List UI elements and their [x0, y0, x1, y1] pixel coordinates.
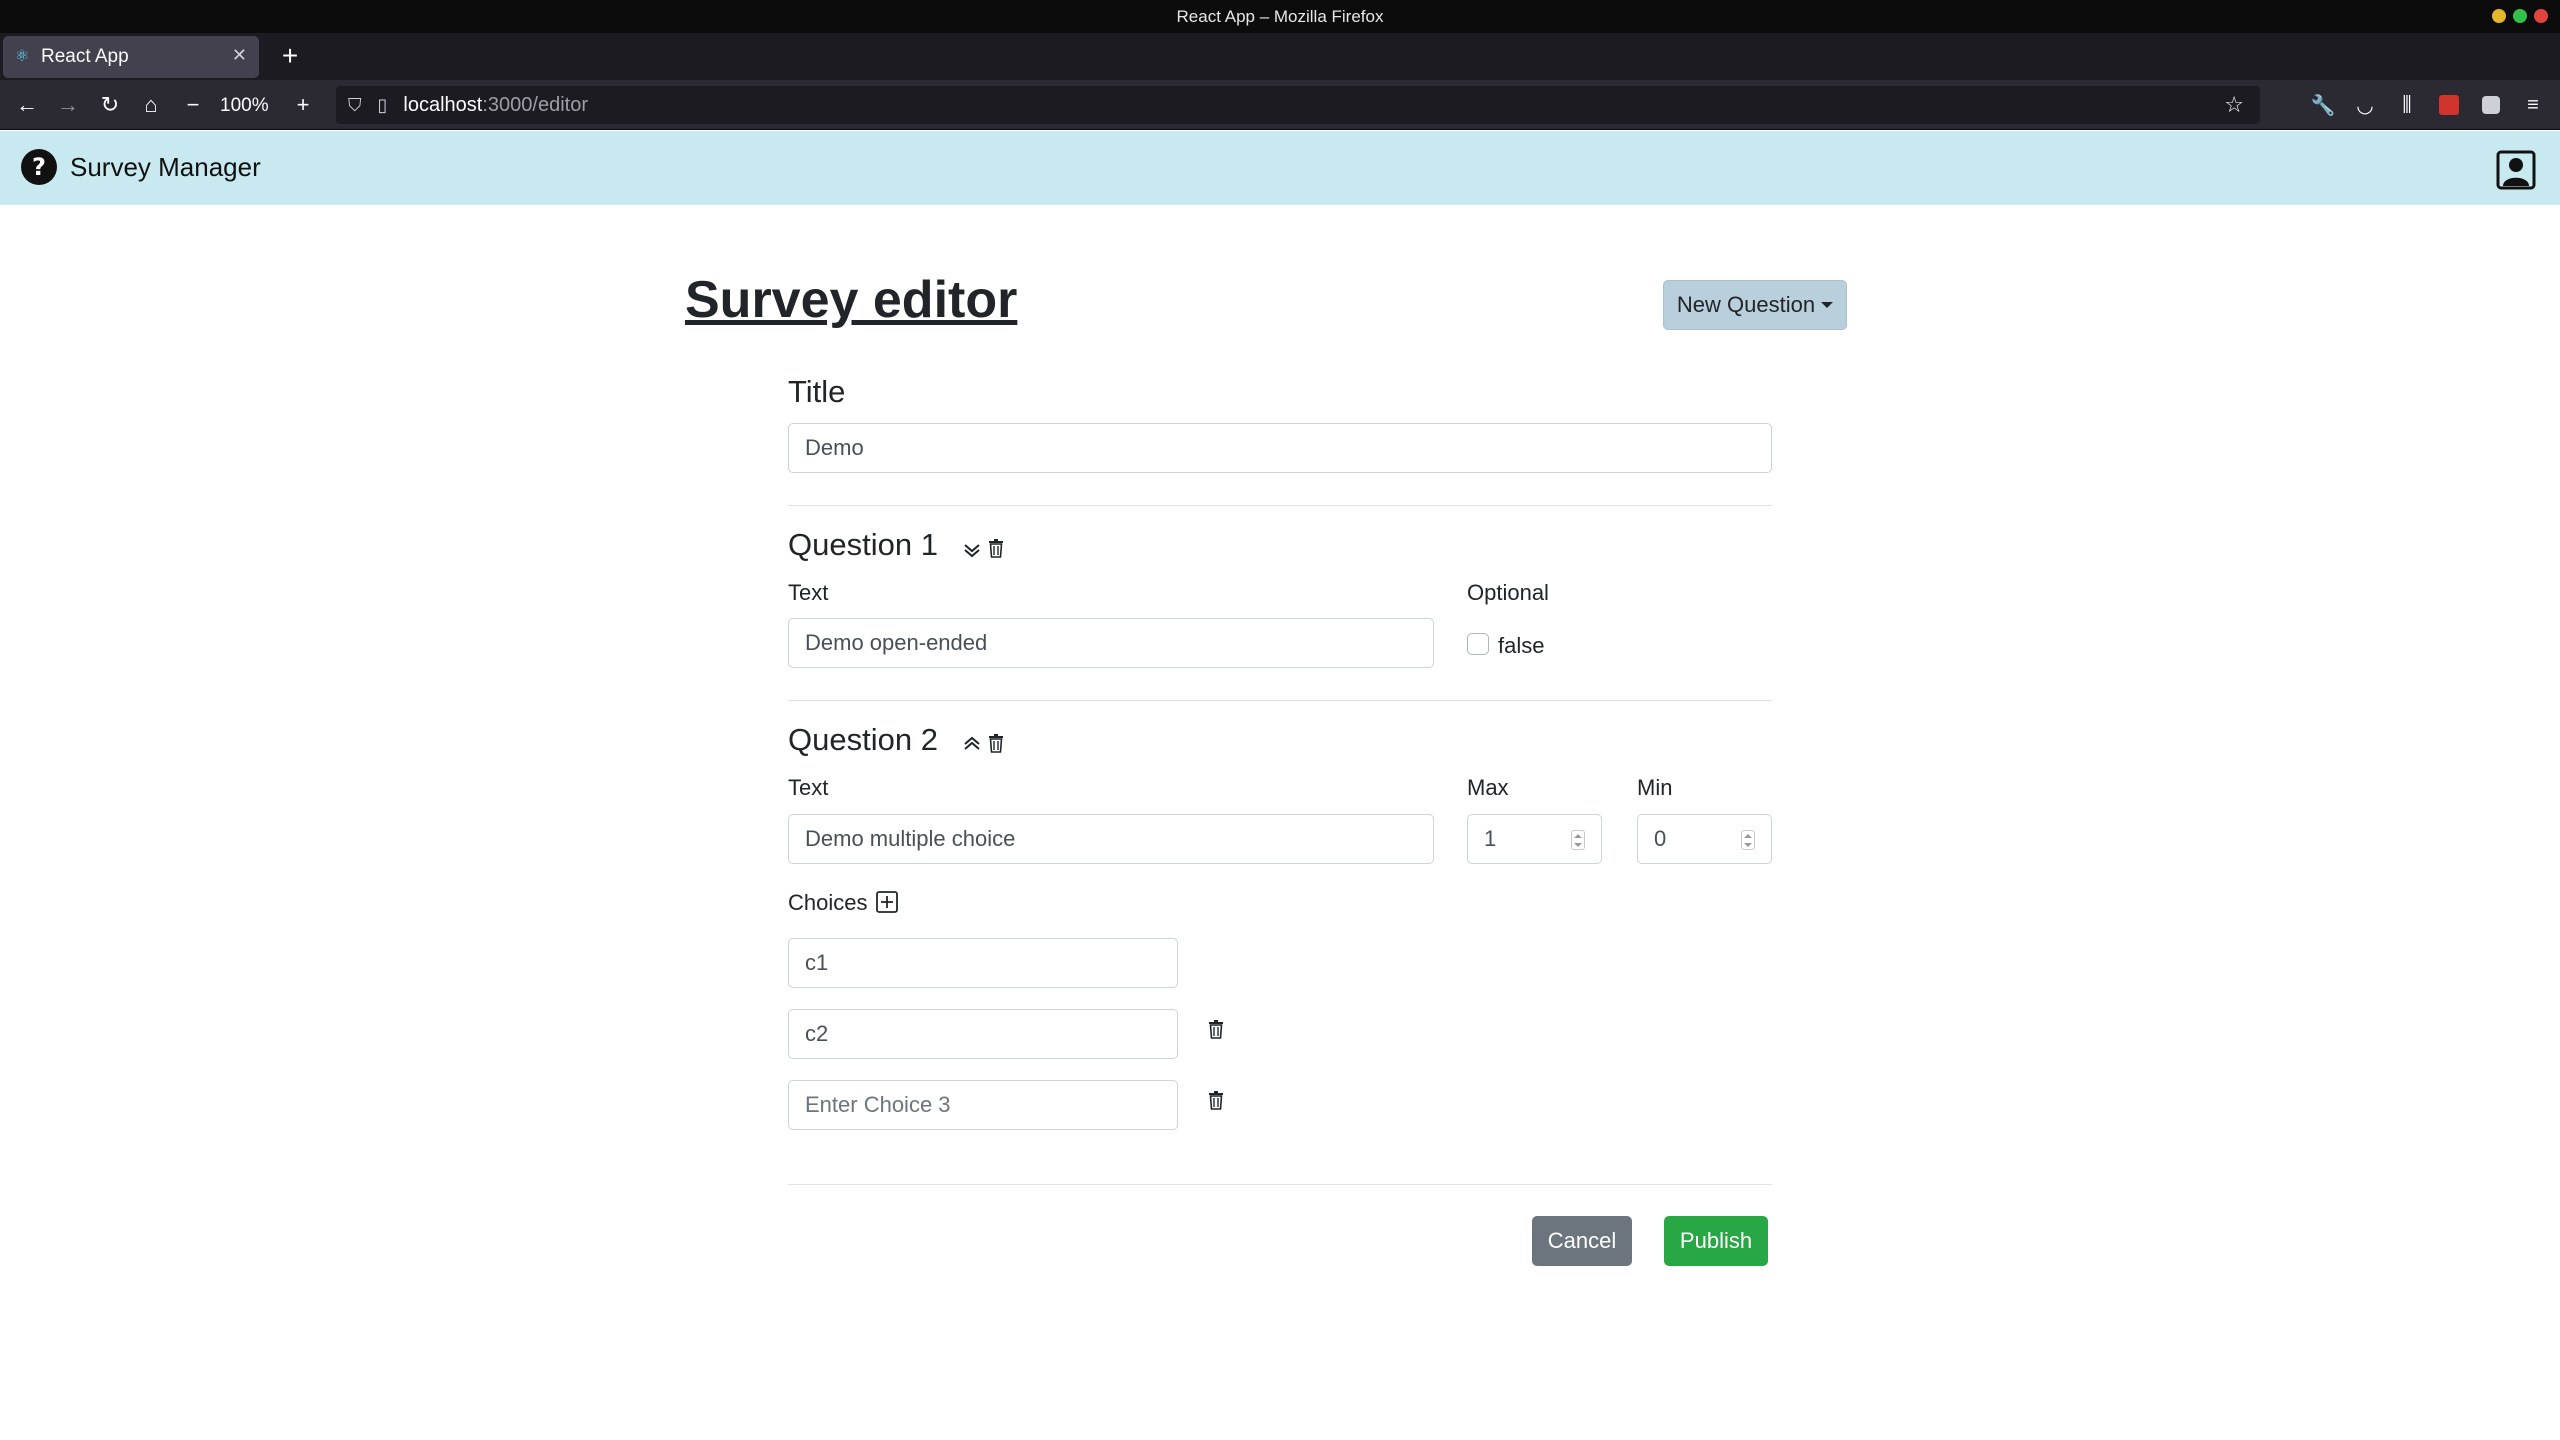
- max-stepper[interactable]: [1571, 830, 1585, 850]
- brand[interactable]: ? Survey Manager: [20, 148, 261, 186]
- zoom-level[interactable]: 100%: [220, 95, 269, 117]
- title-input[interactable]: [788, 423, 1772, 473]
- choices-label: Choices: [788, 890, 868, 915]
- tab-title: React App: [41, 46, 129, 67]
- close-window-button[interactable]: [2534, 9, 2548, 23]
- trash-icon[interactable]: [986, 733, 1006, 753]
- chevron-double-up-icon[interactable]: [962, 734, 982, 754]
- divider: [788, 700, 1772, 701]
- optional-checkbox[interactable]: [1467, 633, 1489, 655]
- choice-2-input[interactable]: [788, 1009, 1178, 1059]
- question-2-heading: Question 2: [788, 722, 938, 757]
- window-title: React App – Mozilla Firefox: [1176, 6, 1384, 26]
- min-stepper[interactable]: [1741, 830, 1755, 850]
- page-title: Survey editor: [685, 271, 1018, 329]
- url-path: :3000/editor: [482, 93, 588, 116]
- choice-1-input[interactable]: [788, 938, 1178, 988]
- reload-icon[interactable]: ↻: [93, 88, 127, 122]
- wrench-icon[interactable]: 🔧: [2310, 92, 2336, 118]
- max-number-input[interactable]: 1: [1467, 814, 1602, 864]
- extension-red-icon[interactable]: [2436, 92, 2462, 118]
- svg-text:?: ?: [32, 153, 46, 181]
- url-host: localhost: [403, 93, 483, 116]
- new-question-button[interactable]: New Question: [1663, 280, 1847, 330]
- url-bar[interactable]: ⛉ ▯ localhost:3000/editor ☆: [336, 86, 2260, 124]
- question-circle-icon: ?: [21, 149, 57, 185]
- choice-3-input[interactable]: [788, 1080, 1178, 1130]
- pocket-icon[interactable]: ◡: [2352, 92, 2378, 118]
- max-label: Max: [1467, 775, 1509, 800]
- extension-gray-icon[interactable]: [2478, 92, 2504, 118]
- window-controls: [2492, 9, 2548, 23]
- app-navbar: ? Survey Manager: [0, 131, 2560, 205]
- max-value: 1: [1484, 826, 1497, 851]
- trash-icon[interactable]: [1206, 1019, 1226, 1039]
- maximize-window-button[interactable]: [2513, 9, 2527, 23]
- question-1-text-input[interactable]: [788, 618, 1434, 668]
- question-2-text-label: Text: [788, 775, 829, 800]
- brand-name: Survey Manager: [70, 151, 261, 182]
- minimize-window-button[interactable]: [2492, 9, 2506, 23]
- question-1-optional-label: Optional: [1467, 580, 1549, 605]
- title-label: Title: [788, 374, 846, 409]
- zoom-in-button[interactable]: +: [286, 88, 320, 122]
- hamburger-menu-icon[interactable]: ≡: [2520, 92, 2546, 118]
- min-value: 0: [1654, 826, 1667, 851]
- trash-icon[interactable]: [986, 538, 1006, 558]
- question-2-text-input[interactable]: [788, 814, 1434, 864]
- forward-arrow-icon[interactable]: →: [51, 88, 85, 122]
- zoom-out-button[interactable]: −: [176, 88, 210, 122]
- optional-value-text: false: [1498, 633, 1545, 658]
- chevron-double-down-icon[interactable]: [962, 540, 982, 560]
- shield-icon[interactable]: ⛉: [348, 95, 362, 116]
- cancel-button[interactable]: Cancel: [1532, 1216, 1632, 1266]
- question-1-heading: Question 1: [788, 527, 938, 562]
- bookmark-star-icon[interactable]: ☆: [2224, 92, 2244, 118]
- person-square-icon[interactable]: [2496, 150, 2536, 190]
- back-arrow-icon[interactable]: ←: [10, 88, 44, 122]
- react-favicon-icon: ⚛: [15, 48, 30, 65]
- home-icon[interactable]: ⌂: [134, 88, 168, 122]
- new-tab-button[interactable]: +: [272, 38, 308, 74]
- divider: [788, 505, 1772, 506]
- publish-button[interactable]: Publish: [1664, 1216, 1768, 1266]
- caret-down-icon: [1821, 302, 1834, 308]
- tab-strip: ⚛ React App ✕ +: [0, 33, 2560, 80]
- question-1-text-label: Text: [788, 580, 829, 605]
- new-question-label: New Question: [1676, 292, 1816, 317]
- divider: [788, 1184, 1772, 1185]
- navigation-toolbar: ← → ↻ ⌂ − 100% + ⛉ ▯ localhost:3000/edit…: [0, 80, 2560, 130]
- plus-square-icon[interactable]: [876, 891, 898, 913]
- trash-icon[interactable]: [1206, 1090, 1226, 1110]
- library-icon[interactable]: ⫼: [2394, 92, 2420, 118]
- min-label: Min: [1637, 775, 1673, 800]
- page-icon: ▯: [377, 94, 388, 115]
- close-tab-icon[interactable]: ✕: [232, 45, 247, 66]
- min-number-input[interactable]: 0: [1637, 814, 1772, 864]
- browser-tab-active[interactable]: ⚛ React App ✕: [3, 36, 259, 78]
- window-titlebar: React App – Mozilla Firefox: [0, 0, 2560, 33]
